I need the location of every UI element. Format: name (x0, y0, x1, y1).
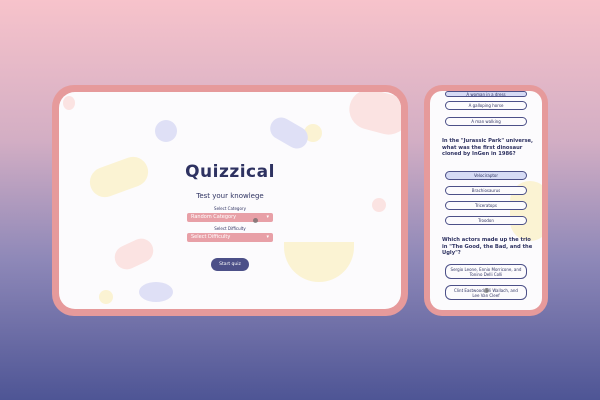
difficulty-select[interactable]: Select Difficulty ▾ (187, 233, 273, 242)
answer-option[interactable]: A galloping horse (445, 101, 527, 110)
answer-option-selected[interactable]: Velociraptor (445, 171, 527, 180)
category-label: Select Category (214, 206, 246, 211)
category-select[interactable]: Random Category ▾ (187, 213, 273, 222)
chevron-down-icon: ▾ (266, 214, 269, 220)
difficulty-select-value: Select Difficulty (191, 234, 231, 240)
decorative-blob (110, 234, 158, 274)
mouse-cursor-icon (253, 218, 258, 223)
question-text: Which actors made up the trio in "The Go… (442, 237, 533, 256)
start-quiz-button[interactable]: Start quiz (211, 258, 249, 271)
mobile-screen: A woman in a dress A galloping horse A m… (430, 91, 542, 310)
decorative-blob (266, 113, 312, 153)
answer-option[interactable]: Sergio Leone, Ennio Morricone, and Tonin… (445, 264, 527, 279)
question-text: In the "Jurassic Park" universe, what wa… (442, 138, 534, 157)
page-title: Quizzical (185, 162, 275, 182)
answer-option[interactable]: A woman in a dress (445, 91, 527, 97)
mobile-device-frame: A woman in a dress A galloping horse A m… (424, 85, 548, 316)
decorative-blob (139, 282, 173, 302)
desktop-device-frame: Quizzical Test your knowlege Select Cate… (52, 85, 408, 316)
decorative-blob (63, 96, 75, 110)
desktop-screen: Quizzical Test your knowlege Select Cate… (59, 92, 401, 309)
decorative-blob (344, 92, 401, 140)
decorative-blob (99, 290, 113, 304)
decorative-blob (155, 120, 177, 142)
page-subtitle: Test your knowlege (196, 192, 264, 200)
answer-option[interactable]: A man walking (445, 117, 527, 126)
answer-option[interactable]: Brachiosaurus (445, 186, 527, 195)
decorative-blob (284, 242, 354, 282)
answer-option[interactable]: Troodon (445, 216, 527, 225)
difficulty-label: Select Difficulty (214, 226, 246, 231)
answer-option[interactable]: Triceratops (445, 201, 527, 210)
category-select-value: Random Category (191, 214, 237, 220)
mouse-cursor-icon (484, 288, 489, 293)
chevron-down-icon: ▾ (266, 234, 269, 240)
